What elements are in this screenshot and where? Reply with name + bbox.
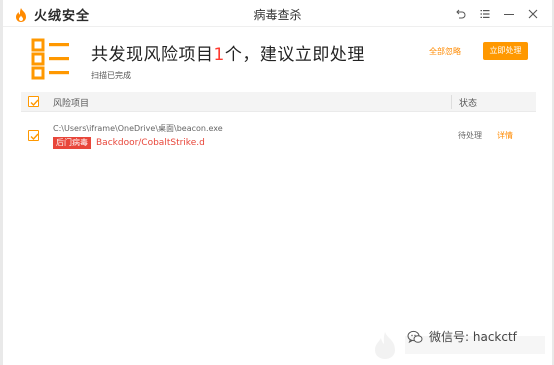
minimize-button[interactable] [498, 5, 520, 23]
back-button[interactable] [450, 5, 472, 23]
row-checkbox[interactable] [28, 130, 39, 141]
headline-prefix: 共发现风险项目 [91, 45, 214, 65]
watermark-text: 微信号: hackctf [429, 330, 517, 344]
risk-count: 1 [213, 45, 225, 65]
checkmark-icon [30, 133, 39, 141]
scan-status-text: 扫描已完成 [91, 71, 131, 80]
threat-category-badge: 后门病毒 [53, 137, 91, 149]
column-header-status: 状态 [459, 99, 478, 109]
close-button[interactable] [522, 5, 544, 23]
wechat-watermark: 微信号: hackctf [407, 328, 517, 345]
table-row: C:\Users\iframe\OneDrive\桌面\beacon.exe 后… [21, 120, 536, 154]
menu-button[interactable] [474, 5, 496, 23]
threat-name: Backdoor/CobaltStrike.d [96, 138, 205, 148]
virus-scan-window: 火绒安全 病毒查杀 共发现风险项目1个，建议立即处理 扫描已完成 全部忽略 立即… [3, 0, 552, 365]
scan-report-icon [31, 38, 69, 80]
checkmark-icon [30, 99, 39, 107]
file-path: C:\Users\iframe\OneDrive\桌面\beacon.exe [53, 124, 223, 133]
minimize-icon [504, 14, 514, 15]
back-icon [456, 9, 466, 19]
column-divider [451, 95, 452, 109]
headline-suffix: 个，建议立即处理 [224, 45, 365, 65]
select-all-checkbox[interactable] [28, 96, 39, 107]
column-header-risk-item: 风险项目 [53, 99, 90, 109]
scan-result-headline: 共发现风险项目1个，建议立即处理 [91, 40, 365, 65]
table-header: 风险项目 状态 [21, 92, 536, 112]
ignore-all-button[interactable]: 全部忽略 [424, 44, 466, 60]
wechat-icon [407, 330, 423, 343]
close-icon [528, 9, 538, 19]
handle-now-button[interactable]: 立即处理 [483, 42, 528, 60]
details-link[interactable]: 详情 [497, 130, 513, 141]
title-bar: 火绒安全 病毒查杀 [3, 0, 552, 27]
menu-icon [480, 10, 490, 18]
row-status: 待处理 [458, 131, 482, 140]
window-controls [448, 5, 544, 23]
